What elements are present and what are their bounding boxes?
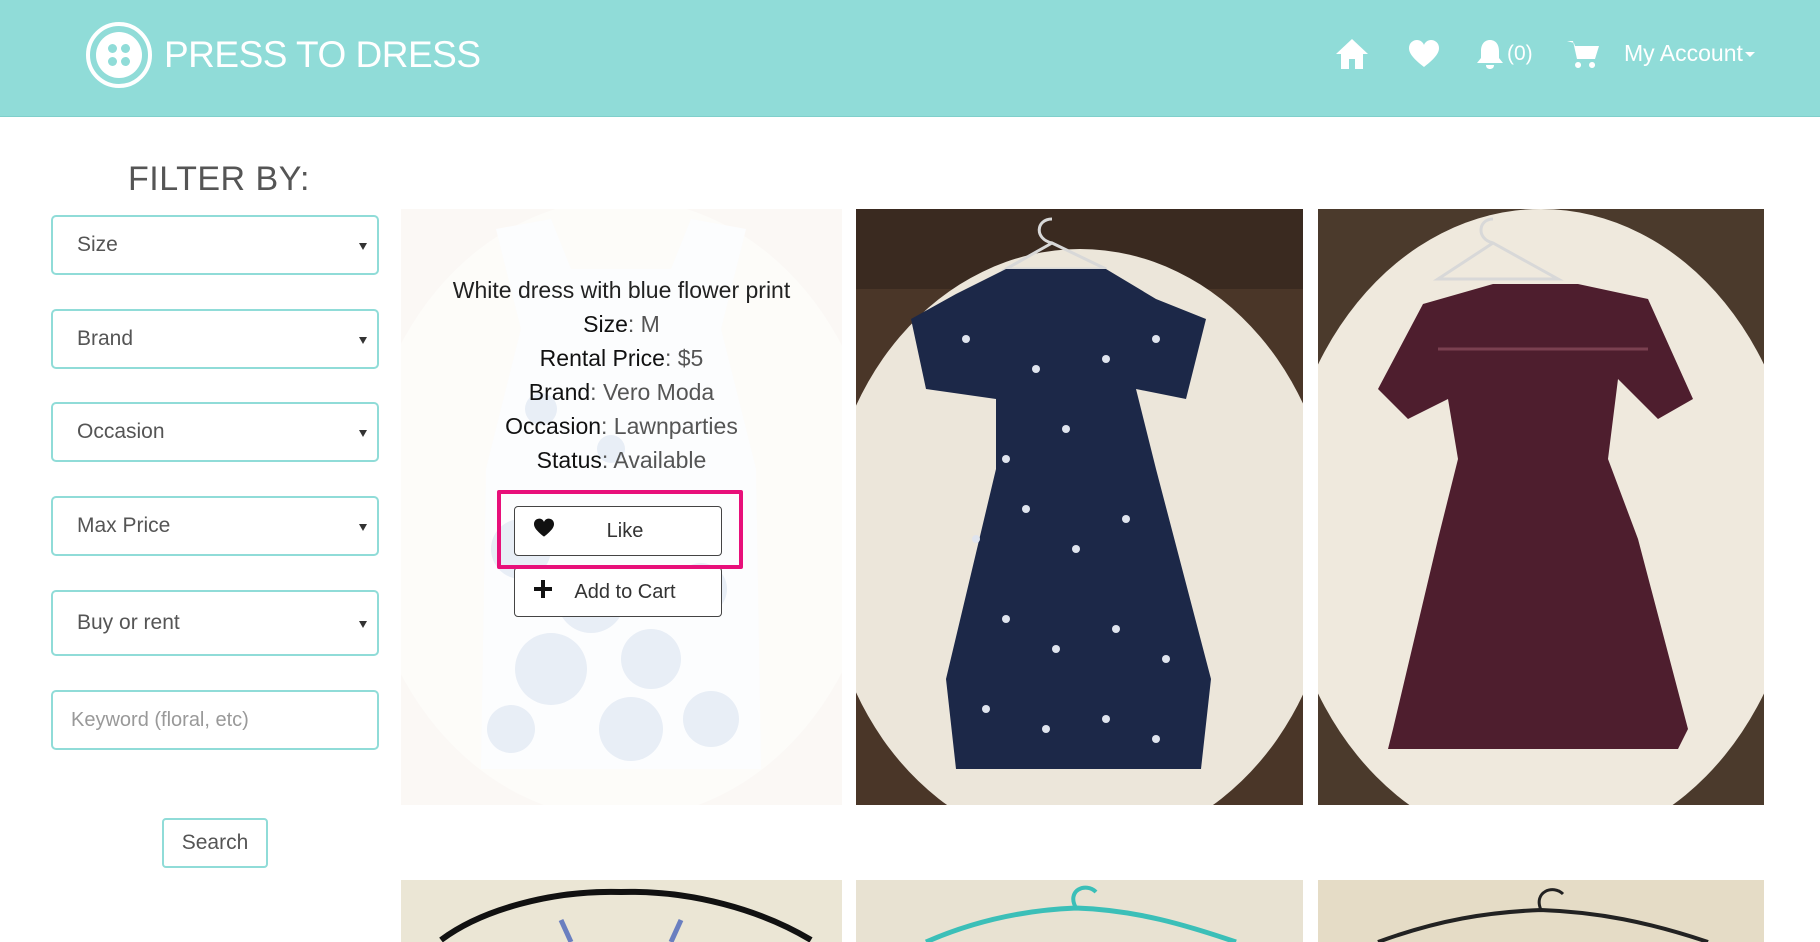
brand-value: : Vero Moda: [590, 379, 715, 405]
filter-title: FILTER BY:: [128, 160, 310, 198]
size-filter-select[interactable]: Size: [51, 215, 379, 275]
product-card[interactable]: [401, 880, 842, 942]
site-header: PRESS TO DRESS (0) My Account: [0, 0, 1820, 117]
chevron-down-icon: [1744, 52, 1755, 58]
notification-count: (0): [1507, 42, 1533, 65]
product-brand: Brand: Vero Moda: [401, 375, 842, 409]
product-rental-price: Rental Price: $5: [401, 341, 842, 375]
account-label: My Account: [1624, 40, 1743, 66]
plus-icon: [533, 579, 553, 605]
keyword-search-input[interactable]: [51, 690, 379, 750]
buy-or-rent-filter-label: Buy or rent: [77, 611, 180, 634]
buy-or-rent-filter-select[interactable]: Buy or rent: [51, 590, 379, 656]
brand-label: Brand: [528, 379, 591, 405]
like-button[interactable]: Like: [514, 506, 722, 556]
occasion-label: Occasion: [505, 413, 602, 439]
product-card[interactable]: [856, 880, 1303, 942]
heart-icon: [533, 518, 555, 544]
bell-icon[interactable]: (0): [1476, 34, 1533, 74]
size-label: Size: [583, 311, 628, 337]
occasion-filter-select[interactable]: Occasion: [51, 402, 379, 462]
product-card[interactable]: [1318, 880, 1764, 942]
product-occasion: Occasion: Lawnparties: [401, 409, 842, 443]
dropdown-arrow-icon: [359, 621, 367, 628]
brand-filter-select[interactable]: Brand: [51, 309, 379, 369]
product-title: White dress with blue flower print: [452, 277, 791, 303]
size-value: : M: [627, 311, 660, 337]
brand-name[interactable]: PRESS TO DRESS: [164, 34, 481, 76]
my-account-menu[interactable]: My Account: [1624, 40, 1755, 67]
add-to-cart-button[interactable]: Add to Cart: [514, 567, 722, 617]
product-image: [856, 209, 1303, 805]
logo-icon[interactable]: [86, 22, 152, 88]
product-details: White dress with blue flower print Size:…: [401, 273, 842, 477]
status-label: Status: [536, 447, 602, 473]
rental-price-label: Rental Price: [539, 345, 665, 371]
product-image: [856, 880, 1303, 942]
size-filter-label: Size: [77, 233, 118, 256]
product-card[interactable]: [1318, 209, 1764, 805]
search-button[interactable]: Search: [162, 818, 268, 868]
max-price-filter-select[interactable]: Max Price: [51, 496, 379, 556]
product-image: [1318, 209, 1764, 805]
dropdown-arrow-icon: [359, 337, 367, 344]
home-icon[interactable]: [1334, 34, 1370, 74]
max-price-filter-label: Max Price: [77, 514, 171, 537]
heart-icon[interactable]: [1408, 34, 1440, 74]
dropdown-arrow-icon: [359, 430, 367, 437]
product-card[interactable]: White dress with blue flower print Size:…: [401, 209, 842, 805]
product-image: [1318, 880, 1764, 942]
product-size: Size: M: [401, 307, 842, 341]
product-image: [401, 880, 842, 942]
occasion-value: : Lawnparties: [601, 413, 738, 439]
dropdown-arrow-icon: [359, 243, 367, 250]
occasion-filter-label: Occasion: [77, 420, 165, 443]
dropdown-arrow-icon: [359, 524, 367, 531]
rental-price-value: : $5: [664, 345, 704, 371]
brand-filter-label: Brand: [77, 327, 134, 350]
status-value: : Available: [601, 447, 707, 473]
cart-icon[interactable]: [1566, 34, 1600, 74]
product-card[interactable]: [856, 209, 1303, 805]
product-status: Status: Available: [401, 443, 842, 477]
